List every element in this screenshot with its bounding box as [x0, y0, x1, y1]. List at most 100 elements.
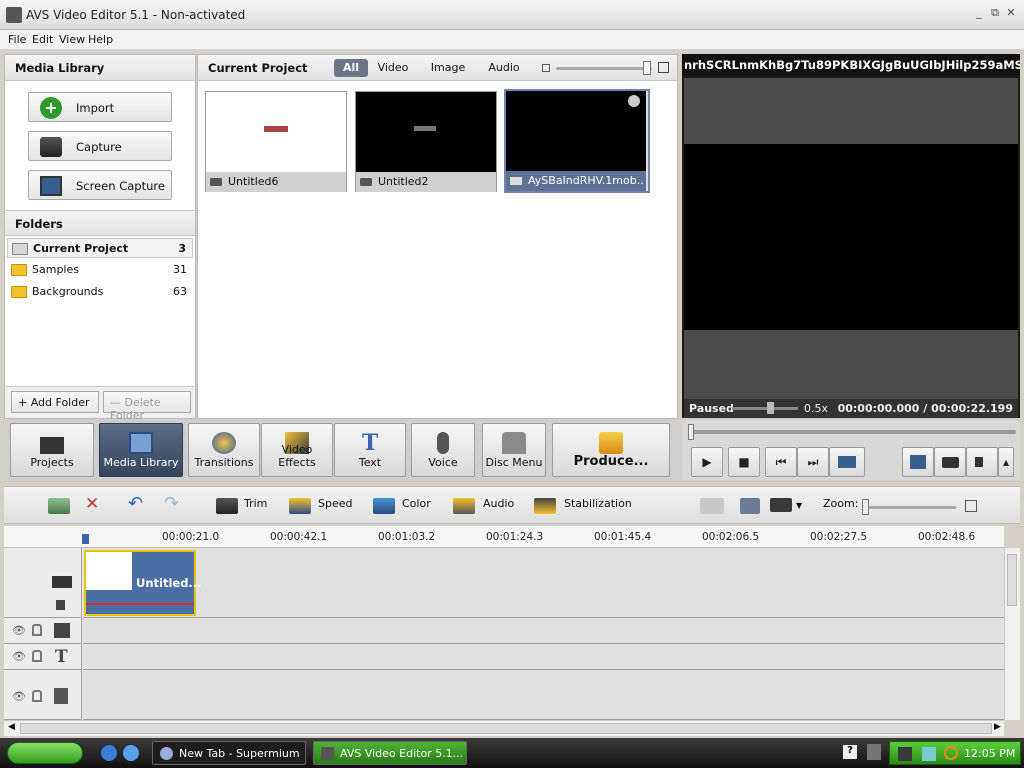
next-button[interactable]: ⏭	[797, 447, 829, 477]
media-item[interactable]: Untitled6	[205, 91, 347, 192]
close-button[interactable]: ✕	[1004, 6, 1018, 20]
scroll-thumb[interactable]	[20, 723, 992, 734]
help-tray-icon[interactable]: ?	[843, 745, 857, 759]
menu-edit[interactable]: Edit	[32, 33, 53, 46]
monitor-icon[interactable]	[770, 498, 792, 512]
transitions-button[interactable]: Transitions	[188, 423, 260, 477]
eye-icon[interactable]: 👁	[12, 624, 26, 637]
speed-slider[interactable]	[732, 407, 798, 410]
eye-icon[interactable]: 👁	[12, 690, 26, 703]
network-icon[interactable]	[898, 747, 912, 761]
audio-track[interactable]	[83, 670, 1006, 720]
clapper-icon	[52, 572, 72, 588]
text-track[interactable]	[83, 644, 1006, 670]
collapse-button[interactable]: ▴	[998, 447, 1014, 477]
thumb-large-icon[interactable]	[658, 62, 669, 73]
scroll-right-icon[interactable]: ▶	[994, 722, 1001, 732]
browser-icon[interactable]	[101, 745, 117, 761]
color-button[interactable]: Color	[402, 497, 431, 510]
voice-button[interactable]: Voice	[411, 423, 475, 477]
lock-icon[interactable]	[32, 650, 42, 662]
text-button[interactable]: T Text	[334, 423, 406, 477]
scroll-left-icon[interactable]: ◀	[8, 722, 15, 732]
filter-audio[interactable]: Audio	[486, 59, 522, 77]
effects-track[interactable]	[83, 618, 1006, 644]
preview-screen[interactable]	[684, 144, 1018, 330]
add-folder-button[interactable]: + Add Folder	[11, 391, 99, 413]
media-library-button[interactable]: Media Library	[99, 423, 183, 477]
delete-icon[interactable]: ✕	[85, 494, 103, 514]
tray-icon[interactable]	[867, 744, 881, 760]
minimize-button[interactable]: _	[972, 6, 986, 20]
timeline-ruler[interactable]: 00:00:21.0 00:00:42.1 00:01:03.2 00:01:2…	[4, 526, 1004, 548]
filter-video[interactable]: Video	[376, 59, 410, 77]
folder-samples[interactable]: Samples 31	[7, 260, 193, 280]
media-library-heading: Media Library	[5, 55, 195, 81]
volume-button[interactable]	[966, 447, 998, 477]
horizontal-scrollbar[interactable]: ◀ ▶	[4, 720, 1004, 736]
color-icon[interactable]	[373, 498, 395, 514]
projects-button[interactable]: Projects	[10, 423, 94, 477]
video-track[interactable]	[83, 548, 1006, 618]
chevron-down-icon[interactable]: ▼	[796, 501, 802, 510]
stop-button[interactable]: ■	[728, 447, 760, 477]
speed-slider-handle[interactable]	[767, 402, 774, 414]
vertical-scrollbar[interactable]	[1004, 548, 1020, 720]
disc-menu-button[interactable]: Disc Menu	[482, 423, 546, 477]
seek-handle[interactable]	[688, 424, 694, 440]
thumb-small-icon[interactable]	[542, 64, 550, 72]
filter-image[interactable]: Image	[428, 59, 468, 77]
thumb-size-slider[interactable]	[556, 67, 652, 70]
slider-handle[interactable]	[643, 61, 651, 75]
stabilization-button[interactable]: Stabilization	[564, 497, 632, 510]
split-icon[interactable]	[700, 498, 724, 514]
folder-current-project[interactable]: Current Project 3	[7, 238, 193, 258]
audio-icon[interactable]	[453, 498, 475, 514]
ie-icon[interactable]	[123, 745, 139, 761]
taskbar-item-browser[interactable]: New Tab - Supermium	[152, 741, 306, 765]
play-button[interactable]: ▶	[691, 447, 723, 477]
audio-button[interactable]: Audio	[483, 497, 514, 510]
voice-label: Voice	[428, 456, 458, 469]
timeline-clip[interactable]: Untitled...	[84, 550, 202, 616]
menu-help[interactable]: Help	[88, 33, 113, 46]
capture-button[interactable]: Capture	[28, 131, 172, 161]
eye-icon[interactable]: 👁	[12, 650, 26, 663]
start-button[interactable]	[7, 742, 83, 764]
camera-mic-icon[interactable]	[740, 498, 760, 514]
filter-all[interactable]: All	[334, 59, 368, 77]
restore-button[interactable]: ⧉	[988, 6, 1002, 20]
snapshot-button[interactable]	[934, 447, 966, 477]
tray-app-icon[interactable]	[922, 747, 936, 761]
fit-to-window-icon[interactable]	[965, 500, 977, 512]
speed-button[interactable]: Speed	[318, 497, 352, 510]
speed-icon[interactable]	[289, 498, 311, 514]
scroll-thumb[interactable]	[1007, 554, 1017, 606]
zoom-slider-handle[interactable]	[862, 499, 869, 515]
lock-icon[interactable]	[32, 690, 42, 702]
trim-icon[interactable]	[216, 498, 238, 514]
trim-button[interactable]: Trim	[244, 497, 267, 510]
produce-button[interactable]: Produce...	[552, 423, 670, 477]
folder-backgrounds[interactable]: Backgrounds 63	[7, 282, 193, 302]
undo-icon[interactable]: ↶	[128, 493, 150, 514]
fullscreen-preview-button[interactable]	[829, 447, 865, 477]
detach-preview-button[interactable]	[902, 447, 934, 477]
stabilization-icon[interactable]	[534, 498, 556, 514]
playhead-marker[interactable]	[82, 534, 89, 544]
import-button[interactable]: + Import	[28, 92, 172, 122]
redo-icon[interactable]: ↷	[164, 493, 186, 514]
add-to-timeline-icon[interactable]	[48, 498, 70, 514]
seek-bar[interactable]	[688, 430, 1016, 434]
menu-view[interactable]: View	[59, 33, 85, 46]
zoom-slider[interactable]	[866, 506, 956, 509]
previous-button[interactable]: ⏮	[765, 447, 797, 477]
lock-icon[interactable]	[32, 624, 42, 636]
screen-capture-button[interactable]: Screen Capture	[28, 170, 172, 200]
menu-file[interactable]: File	[8, 33, 26, 46]
taskbar-item-avs[interactable]: AVS Video Editor 5.1...	[313, 741, 467, 765]
media-item[interactable]: Untitled2	[355, 91, 497, 192]
search-icon[interactable]	[944, 746, 958, 760]
video-effects-button[interactable]: Video Effects	[261, 423, 333, 477]
media-item-selected[interactable]: AySBaIndRHV.1mob...	[504, 89, 650, 193]
